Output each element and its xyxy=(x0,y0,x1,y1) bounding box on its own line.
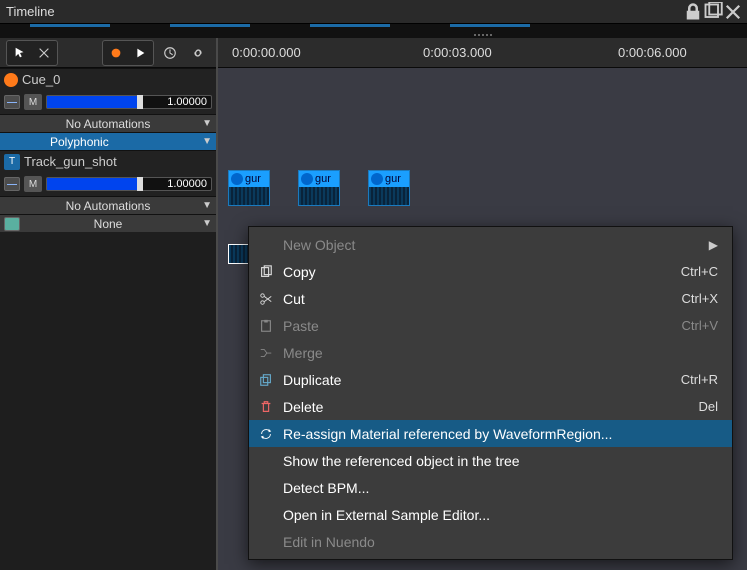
menu-paste[interactable]: PasteCtrl+V xyxy=(249,312,732,339)
track-subrow: M 1.00000 xyxy=(0,172,216,196)
reassign-icon xyxy=(257,427,275,441)
cut-tool-button[interactable] xyxy=(32,42,56,64)
menu-merge[interactable]: Merge xyxy=(249,339,732,366)
menu-edit-nuendo[interactable]: Edit in Nuendo xyxy=(249,528,732,555)
close-icon[interactable] xyxy=(723,2,743,22)
track-header-panel: Cue_0 M 1.00000 No Automations▼ Polyphon… xyxy=(0,38,218,570)
track-volume-value: 1.00000 xyxy=(167,178,207,190)
cue-color-icon xyxy=(4,73,18,87)
menu-reassign-material[interactable]: Re-assign Material referenced by Wavefor… xyxy=(249,420,732,447)
copy-icon xyxy=(257,265,275,279)
paste-icon xyxy=(257,319,275,333)
mute-button[interactable]: M xyxy=(24,176,42,192)
sound-icon xyxy=(371,173,383,185)
fx-icon xyxy=(4,217,20,231)
context-menu: New Object▶ CopyCtrl+C CutCtrl+X PasteCt… xyxy=(248,226,733,560)
menu-open-external-editor[interactable]: Open in External Sample Editor... xyxy=(249,501,732,528)
menu-delete[interactable]: DeleteDel xyxy=(249,393,732,420)
mute-button[interactable]: M xyxy=(24,94,42,110)
sound-icon xyxy=(231,173,243,185)
menu-cut[interactable]: CutCtrl+X xyxy=(249,285,732,312)
tab-hint xyxy=(30,24,110,27)
cue-volume-slider[interactable]: 1.00000 xyxy=(46,95,212,109)
tab-hint xyxy=(450,24,530,27)
tab-hint-row xyxy=(0,24,747,38)
cue-subrow: M 1.00000 xyxy=(0,90,216,114)
menu-show-referenced[interactable]: Show the referenced object in the tree xyxy=(249,447,732,474)
waveform-icon xyxy=(369,187,409,206)
track-none-select[interactable]: None▼ xyxy=(0,214,216,232)
scissors-icon xyxy=(257,292,275,306)
waveform-icon xyxy=(229,245,249,264)
maximize-icon[interactable] xyxy=(703,2,723,22)
time-ruler[interactable]: 0:00:00.000 0:00:03.000 0:00:06.000 xyxy=(218,38,747,68)
ruler-tick: 0:00:03.000 xyxy=(423,45,492,60)
left-toolbar xyxy=(0,38,216,68)
audio-clip[interactable]: gur xyxy=(298,170,340,206)
wave-icon[interactable] xyxy=(4,177,20,191)
titlebar: Timeline xyxy=(0,0,747,24)
play-button[interactable] xyxy=(128,42,152,64)
menu-new-object[interactable]: New Object▶ xyxy=(249,231,732,258)
chevron-down-icon: ▼ xyxy=(202,200,212,211)
cue-header[interactable]: Cue_0 xyxy=(0,68,216,90)
cue-name: Cue_0 xyxy=(22,72,60,87)
chevron-down-icon: ▼ xyxy=(202,118,212,129)
sound-icon xyxy=(301,173,313,185)
cue-volume-value: 1.00000 xyxy=(167,96,207,108)
tab-hint xyxy=(170,24,250,27)
tab-hint xyxy=(310,24,390,27)
audio-clip-selected[interactable] xyxy=(228,244,250,264)
cue-automations-select[interactable]: No Automations▼ xyxy=(0,114,216,132)
trash-icon xyxy=(257,400,275,414)
ruler-tick: 0:00:00.000 xyxy=(232,45,301,60)
pointer-tool-button[interactable] xyxy=(8,42,32,64)
audio-clip[interactable]: gur xyxy=(228,170,270,206)
link-button[interactable] xyxy=(186,42,210,64)
wave-icon[interactable] xyxy=(4,95,20,109)
track-name: Track_gun_shot xyxy=(24,154,117,169)
track-volume-slider[interactable]: 1.00000 xyxy=(46,177,212,191)
lock-icon[interactable] xyxy=(683,2,703,22)
merge-icon xyxy=(257,346,275,360)
time-mode-button[interactable] xyxy=(158,42,182,64)
menu-detect-bpm[interactable]: Detect BPM... xyxy=(249,474,732,501)
cue-polyphonic-select[interactable]: Polyphonic▼ xyxy=(0,132,216,150)
chevron-down-icon: ▼ xyxy=(202,136,212,147)
record-button[interactable] xyxy=(104,42,128,64)
waveform-icon xyxy=(299,187,339,206)
audio-clip[interactable]: gur xyxy=(368,170,410,206)
chevron-right-icon: ▶ xyxy=(709,238,718,252)
menu-copy[interactable]: CopyCtrl+C xyxy=(249,258,732,285)
waveform-icon xyxy=(229,187,269,206)
track-type-icon: T xyxy=(4,154,20,170)
track-header[interactable]: T Track_gun_shot xyxy=(0,150,216,172)
duplicate-icon xyxy=(257,373,275,387)
track-automations-select[interactable]: No Automations▼ xyxy=(0,196,216,214)
ruler-tick: 0:00:06.000 xyxy=(618,45,687,60)
menu-duplicate[interactable]: DuplicateCtrl+R xyxy=(249,366,732,393)
chevron-down-icon: ▼ xyxy=(202,218,212,229)
window-title: Timeline xyxy=(4,4,683,19)
